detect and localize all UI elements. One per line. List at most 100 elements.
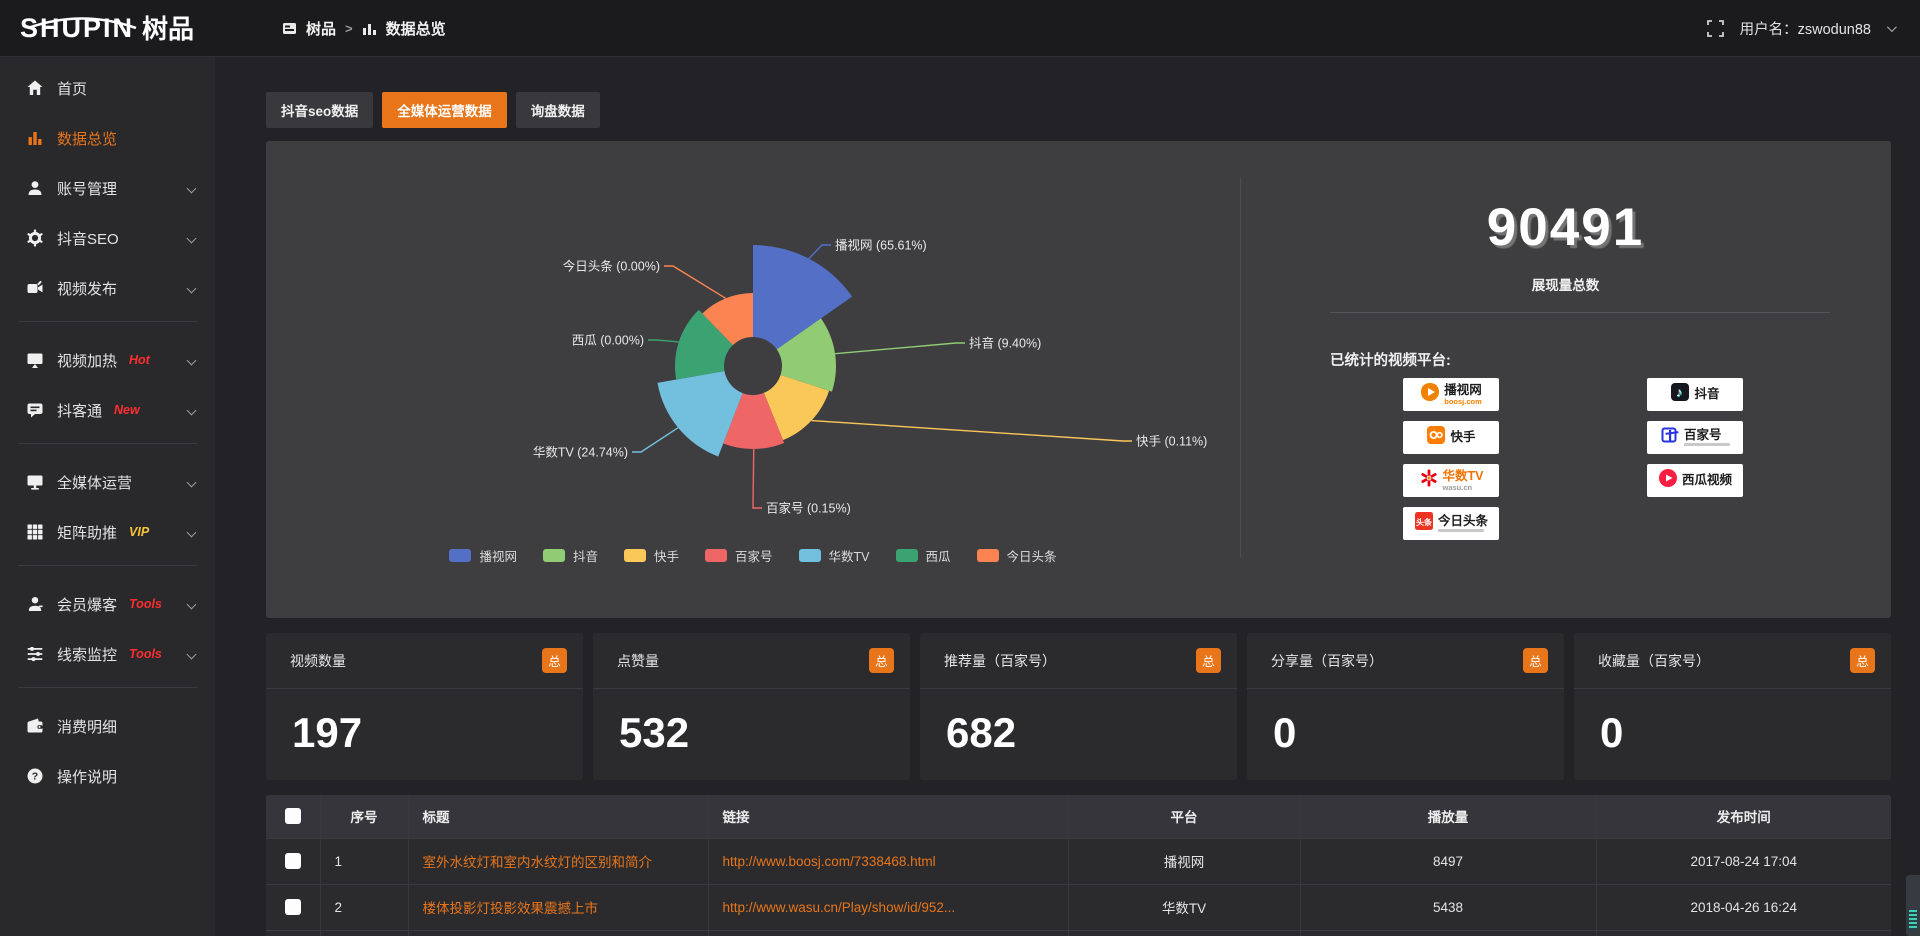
- sidebar-item-label: 全媒体运营: [57, 472, 132, 493]
- table-header-row: 序号标题链接平台播放量发布时间: [266, 795, 1891, 838]
- cell-link[interactable]: http://www.boosj.com/7338468.html: [708, 838, 1068, 884]
- platform-badge-百家号[interactable]: 百家号: [1647, 421, 1743, 454]
- legend-item-今日头条[interactable]: 今日头条: [977, 546, 1057, 565]
- camera-icon: [26, 279, 44, 297]
- toutiao-logo: 头条: [1414, 511, 1434, 536]
- sidebar-item-douyin-seo[interactable]: 抖音SEO: [0, 213, 215, 263]
- tab-2[interactable]: 全媒体运营数据: [382, 92, 507, 128]
- sidebar-item-clue-monitor[interactable]: 线索监控Tools: [0, 629, 215, 679]
- pie-label-华数TV: 华数TV (24.74%): [533, 445, 628, 460]
- pie-label-line: [648, 340, 679, 342]
- stat-card-header: 分享量（百家号）总: [1247, 633, 1564, 689]
- pie-label-line: [664, 266, 726, 298]
- bar-chart-icon: [362, 21, 377, 36]
- sidebar-item-matrix-boost[interactable]: 矩阵助推VIP: [0, 507, 215, 557]
- platform-badge-快手[interactable]: 快手: [1403, 421, 1499, 454]
- stat-card-3: 推荐量（百家号）总682: [920, 633, 1237, 780]
- sidebar-item-data-overview[interactable]: 数据总览: [0, 113, 215, 163]
- legend-swatch: [449, 549, 471, 562]
- row-checkbox[interactable]: [285, 853, 301, 869]
- cell-title[interactable]: 楼体投影灯投影效果震撼上市: [408, 884, 708, 930]
- logo-arc: [22, 17, 142, 29]
- user-icon: [26, 179, 44, 197]
- breadcrumb-item[interactable]: 树品: [306, 18, 336, 39]
- stat-card-value: 197: [266, 689, 583, 757]
- platform-name: 播视网: [1444, 384, 1482, 397]
- cell-title[interactable]: 室外水纹灯和室内水纹灯的区别和简介: [408, 838, 708, 884]
- wasu-logo: [1419, 468, 1439, 493]
- select-all-checkbox[interactable]: [285, 808, 301, 824]
- screen-play-icon: [26, 351, 44, 369]
- stat-card-value: 0: [1574, 689, 1891, 757]
- stat-card-header: 推荐量（百家号）总: [920, 633, 1237, 689]
- platform-badge-抖音[interactable]: ♪♪抖音: [1647, 378, 1743, 411]
- sidebar-item-label: 会员爆客: [57, 594, 117, 615]
- total-badge[interactable]: 总: [542, 648, 567, 673]
- videos-table: 序号标题链接平台播放量发布时间1室外水纹灯和室内水纹灯的区别和简介http://…: [266, 795, 1891, 936]
- total-badge[interactable]: 总: [1196, 648, 1221, 673]
- sidebar-item-badge: Tools: [129, 647, 162, 661]
- main-content: 抖音seo数据全媒体运营数据询盘数据 播视网 (65.61%)抖音 (9.40%…: [215, 0, 1920, 936]
- pie-label-快手: 快手 (0.11%): [1136, 435, 1207, 449]
- app-logo: SHUPIN 树品: [0, 15, 215, 42]
- row-checkbox[interactable]: [285, 899, 301, 915]
- legend-label: 百家号: [735, 546, 773, 565]
- platform-badge-播视网[interactable]: 播视网boosj.com: [1403, 378, 1499, 411]
- sidebar-item-video-publish[interactable]: 视频发布: [0, 263, 215, 313]
- legend-item-百家号[interactable]: 百家号: [705, 546, 773, 565]
- sidebar-item-media-operation[interactable]: 全媒体运营: [0, 457, 215, 507]
- legend-label: 华数TV: [829, 546, 870, 565]
- platform-badge-华数TV[interactable]: 华数TVwasu.cn: [1403, 464, 1499, 497]
- pie-label-line: [753, 449, 762, 508]
- sidebar-item-help[interactable]: ?操作说明: [0, 751, 215, 801]
- monitor-icon: [26, 473, 44, 491]
- sidebar-item-douketong[interactable]: 抖客通New: [0, 385, 215, 435]
- svg-text:头条: 头条: [1416, 517, 1433, 527]
- sidebar-item-video-heat[interactable]: 视频加热Hot: [0, 335, 215, 385]
- total-badge[interactable]: 总: [869, 648, 894, 673]
- total-impressions-label: 展现量总数: [1240, 274, 1891, 294]
- platform-badge-text: 西瓜视频: [1682, 474, 1732, 487]
- question-icon: ?: [26, 767, 44, 785]
- tab-3[interactable]: 询盘数据: [516, 92, 600, 128]
- cell-empty: [408, 930, 708, 936]
- table-row-partial: [266, 930, 1891, 936]
- floating-side-widget[interactable]: [1906, 875, 1920, 936]
- legend-item-播视网[interactable]: 播视网: [449, 546, 517, 565]
- breadcrumb-separator: >: [345, 21, 353, 36]
- legend-item-华数TV[interactable]: 华数TV: [799, 546, 870, 565]
- platform-badge-今日头条[interactable]: 头条今日头条: [1403, 507, 1499, 540]
- cell-link[interactable]: http://www.wasu.cn/Play/show/id/952...: [708, 884, 1068, 930]
- sidebar-item-label: 抖客通: [57, 400, 102, 421]
- username-label: 用户名：: [1740, 22, 1798, 38]
- chevron-down-icon[interactable]: [1887, 22, 1897, 32]
- cell-time: 2018-04-26 16:24: [1596, 884, 1891, 930]
- platform-badge-西瓜视频[interactable]: 西瓜视频: [1647, 464, 1743, 497]
- total-badge[interactable]: 总: [1850, 648, 1875, 673]
- breadcrumb-current[interactable]: 数据总览: [386, 18, 446, 39]
- sidebar-item-label: 数据总览: [57, 128, 117, 149]
- platform-sub: wasu.cn: [1443, 484, 1484, 492]
- legend-item-抖音[interactable]: 抖音: [543, 546, 598, 565]
- tab-1[interactable]: 抖音seo数据: [266, 92, 373, 128]
- legend-swatch: [799, 549, 821, 562]
- username-text[interactable]: 用户名：zswodun88: [1740, 18, 1871, 39]
- svg-text:♪: ♪: [1676, 384, 1683, 399]
- data-tabs: 抖音seo数据全媒体运营数据询盘数据: [266, 92, 1891, 128]
- fullscreen-icon[interactable]: [1707, 20, 1724, 37]
- column-header: 链接: [708, 795, 1068, 838]
- stat-card-label: 点赞量: [617, 651, 659, 671]
- sidebar-item-expense-detail[interactable]: 消费明细: [0, 701, 215, 751]
- total-badge[interactable]: 总: [1523, 648, 1548, 673]
- platform-grid: 播视网boosj.com ♪♪抖音快手 百家号华数TVwasu.cn 西瓜视频头条今日…: [1403, 378, 1743, 540]
- chevron-down-icon: [187, 527, 197, 537]
- cell-empty: [1596, 930, 1891, 936]
- stat-card-1: 视频数量总197: [266, 633, 583, 780]
- sidebar-item-member-baoke[interactable]: 会员爆客Tools: [0, 579, 215, 629]
- sidebar-item-account-manage[interactable]: 账号管理: [0, 163, 215, 213]
- chart-icon: [26, 129, 44, 147]
- legend-item-快手[interactable]: 快手: [624, 546, 679, 565]
- sidebar-item-home[interactable]: 首页: [0, 63, 215, 113]
- legend-item-西瓜[interactable]: 西瓜: [896, 546, 951, 565]
- cell-platform: 华数TV: [1068, 884, 1300, 930]
